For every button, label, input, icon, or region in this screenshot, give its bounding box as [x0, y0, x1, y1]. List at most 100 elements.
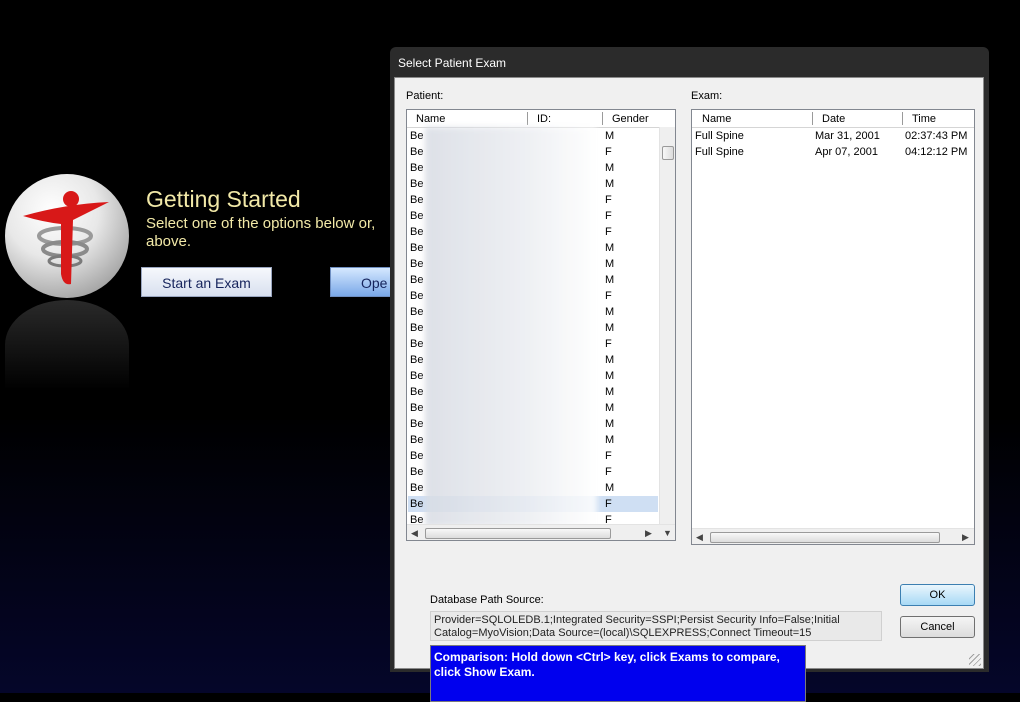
patient-name-cell: Be	[410, 370, 424, 382]
patient-name-cell: Be	[410, 306, 424, 318]
patient-name-cell: Be	[410, 466, 424, 478]
column-header-date[interactable]: Date	[822, 113, 845, 125]
patient-gender-cell: F	[605, 194, 612, 206]
patient-gender-cell: M	[605, 258, 615, 270]
select-patient-exam-dialog: Select Patient Exam Patient: Exam: Name …	[390, 47, 989, 702]
exam-date-cell: Mar 31, 2001	[815, 130, 880, 142]
patient-name-cell: Be	[410, 418, 424, 430]
patient-name-cell: Be	[410, 242, 424, 254]
patient-name-cell: Be	[410, 274, 424, 286]
scroll-left-icon[interactable]: ◀	[696, 532, 703, 543]
column-header-time[interactable]: Time	[912, 113, 936, 125]
patient-name-cell: Be	[410, 354, 424, 366]
exam-list[interactable]: Name Date Time Full Spine Mar 31, 2001 02:…	[691, 109, 975, 545]
patient-name-cell: Be	[410, 226, 424, 238]
patient-gender-cell: M	[605, 162, 615, 174]
column-header-name[interactable]: Name	[416, 113, 445, 125]
column-divider[interactable]	[602, 112, 603, 125]
logo-reflection	[5, 300, 129, 390]
patient-name-cell: Be	[410, 498, 424, 510]
patient-horizontal-scrollbar[interactable]: ◀ ▶	[407, 524, 659, 540]
dialog-title: Select Patient Exam	[398, 56, 507, 70]
patient-gender-cell: M	[605, 370, 615, 382]
exam-horizontal-scrollbar[interactable]: ◀ ▶	[692, 528, 974, 544]
exam-date-cell: Apr 07, 2001	[815, 146, 878, 158]
patient-gender-cell: M	[605, 242, 615, 254]
column-divider[interactable]	[812, 112, 813, 125]
database-path-field[interactable]: Provider=SQLOLEDB.1;Integrated Security=…	[430, 611, 882, 641]
exam-time-cell: 02:37:43 PM	[905, 130, 968, 142]
patient-label: Patient:	[406, 90, 444, 102]
cancel-button[interactable]: Cancel	[900, 616, 975, 638]
patient-gender-cell: M	[605, 434, 615, 446]
exam-name-cell: Full Spine	[695, 146, 744, 158]
patient-name-cell: Be	[410, 402, 424, 414]
patient-gender-cell: M	[605, 418, 615, 430]
patient-gender-cell: F	[605, 210, 612, 222]
patient-gender-cell: F	[605, 146, 612, 158]
resize-grip-icon[interactable]	[969, 654, 981, 666]
column-header-gender[interactable]: Gender	[612, 113, 649, 125]
patient-gender-cell: M	[605, 306, 615, 318]
patient-name-cell: Be	[410, 482, 424, 494]
patient-gender-cell: F	[605, 226, 612, 238]
patient-name-cell: Be	[410, 450, 424, 462]
patient-gender-cell: M	[605, 274, 615, 286]
getting-started-subtext: Select one of the options below or, abov…	[146, 215, 376, 250]
patient-name-cell: Be	[410, 178, 424, 190]
figure-icon	[23, 191, 109, 285]
column-header-id[interactable]: ID:	[537, 113, 551, 125]
patient-gender-cell: F	[605, 338, 612, 350]
scroll-corner-patient: ▼	[659, 524, 675, 540]
patient-gender-cell: M	[605, 482, 615, 494]
patient-vertical-scrollbar[interactable]	[659, 127, 675, 525]
open-exam-button[interactable]: Ope	[330, 267, 392, 297]
app-logo	[5, 174, 129, 298]
column-header-exam-name[interactable]: Name	[702, 113, 731, 125]
patient-name-cell: Be	[410, 146, 424, 158]
patient-gender-cell: M	[605, 178, 615, 190]
database-path-label: Database Path Source:	[430, 594, 544, 606]
patient-list[interactable]: Name ID: Gender Be M Be F Be M Be M Be F Be F Be F Be M…	[406, 109, 676, 541]
scroll-right-icon[interactable]: ▶	[962, 532, 969, 543]
dialog-body: Patient: Exam: Name ID: Gender Be M Be F Be M…	[394, 77, 984, 702]
scroll-down-icon[interactable]: ▼	[663, 528, 672, 538]
patient-gender-cell: M	[605, 402, 615, 414]
getting-started-heading: Getting Started	[146, 186, 301, 212]
patient-gender-cell: M	[605, 386, 615, 398]
patient-name-cell: Be	[410, 386, 424, 398]
horizontal-scroll-thumb[interactable]	[425, 528, 611, 539]
column-divider[interactable]	[527, 112, 528, 125]
redacted-patient-details	[425, 127, 597, 527]
exam-row[interactable]: Full Spine Mar 31, 2001 02:37:43 PM	[695, 128, 971, 144]
patient-name-cell: Be	[410, 130, 424, 142]
vertical-scroll-thumb[interactable]	[662, 146, 674, 160]
patient-gender-cell: F	[605, 450, 612, 462]
patient-name-cell: Be	[410, 162, 424, 174]
start-exam-button[interactable]: Start an Exam	[141, 267, 272, 297]
patient-name-cell: Be	[410, 338, 424, 350]
patient-name-cell: Be	[410, 322, 424, 334]
patient-gender-cell: F	[605, 466, 612, 478]
scroll-right-icon[interactable]: ▶	[645, 528, 652, 539]
patient-gender-cell: F	[605, 290, 612, 302]
patient-gender-cell: F	[605, 498, 612, 510]
patient-name-cell: Be	[410, 258, 424, 270]
column-divider[interactable]	[902, 112, 903, 125]
exam-row[interactable]: Full Spine Apr 07, 2001 04:12:12 PM	[695, 144, 971, 160]
exam-label: Exam:	[691, 90, 723, 102]
patient-gender-cell: M	[605, 130, 615, 142]
horizontal-scroll-thumb[interactable]	[710, 532, 940, 543]
patient-list-header: Name ID: Gender	[407, 110, 675, 128]
patient-gender-cell: M	[605, 354, 615, 366]
patient-name-cell: Be	[410, 290, 424, 302]
exam-time-cell: 04:12:12 PM	[905, 146, 968, 158]
ok-button[interactable]: OK	[900, 584, 975, 606]
patient-name-cell: Be	[410, 210, 424, 222]
exam-list-header: Name Date Time	[692, 110, 974, 128]
exam-name-cell: Full Spine	[695, 130, 744, 142]
scroll-left-icon[interactable]: ◀	[411, 528, 418, 539]
comparison-instructions: Comparison: Hold down <Ctrl> key, click …	[430, 645, 806, 702]
patient-name-cell: Be	[410, 434, 424, 446]
patient-name-cell: Be	[410, 194, 424, 206]
